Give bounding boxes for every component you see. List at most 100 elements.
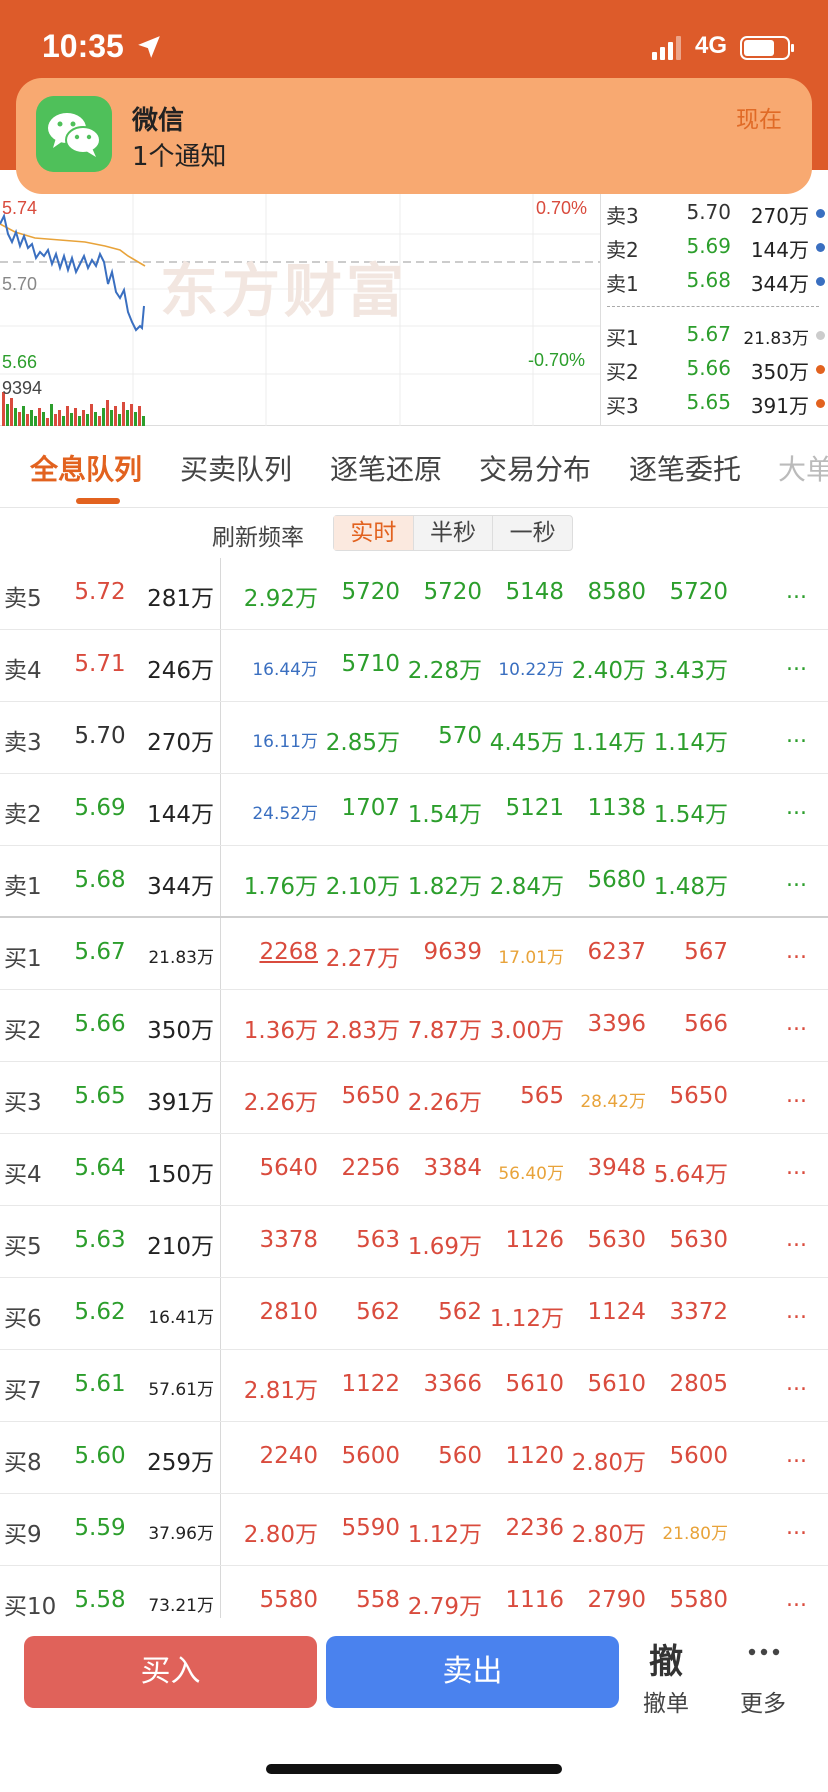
queue-order-cell[interactable]: 56.40万 (482, 1159, 564, 1184)
queue-order-cell[interactable]: 1138 (564, 795, 646, 821)
queue-order-cell[interactable]: 5680 (564, 867, 646, 893)
notification-banner[interactable]: 微信 1个通知 现在 (16, 78, 812, 194)
queue-order-cell[interactable]: 28.42万 (564, 1087, 646, 1112)
queue-order-cell[interactable]: 1122 (318, 1371, 400, 1397)
refresh-half-second-button[interactable]: 半秒 (414, 516, 494, 550)
queue-order-cell[interactable]: 2268 (236, 939, 318, 965)
queue-order-cell[interactable]: 1707 (318, 795, 400, 821)
queue-order-cell[interactable]: 565 (482, 1083, 564, 1109)
queue-order-cell[interactable]: 5600 (646, 1443, 728, 1469)
queue-order-cell[interactable]: 1.48万 (646, 867, 728, 901)
queue-order-cell[interactable]: 563 (318, 1227, 400, 1253)
queue-order-cell[interactable]: 2.26万 (236, 1083, 318, 1117)
queue-order-cell[interactable]: 2.28万 (400, 651, 482, 685)
queue-order-cell[interactable]: 2.26万 (400, 1083, 482, 1117)
row-more-ellipsis[interactable]: ... (786, 723, 807, 748)
queue-order-cell[interactable]: 2.85万 (318, 723, 400, 757)
row-more-ellipsis[interactable]: ... (786, 795, 807, 820)
intraday-chart-panel[interactable]: 东方财富 5.74 5.70 5.66 9394 0.70% -0.70% 卖3… (0, 194, 828, 426)
queue-row[interactable]: 卖3 5.70 270万 16.11万 2.85万 570 4.45万 1.14万 1.14万.… (0, 702, 828, 774)
refresh-realtime-button[interactable]: 实时 (334, 516, 414, 550)
queue-order-cell[interactable]: 3378 (236, 1227, 318, 1253)
queue-order-cell[interactable]: 5610 (482, 1371, 564, 1397)
queue-order-cell[interactable]: 5630 (564, 1227, 646, 1253)
queue-order-cell[interactable]: 9639 (400, 939, 482, 965)
queue-order-cell[interactable]: 2240 (236, 1443, 318, 1469)
queue-order-cell[interactable]: 5148 (482, 579, 564, 605)
queue-order-cell[interactable]: 5610 (564, 1371, 646, 1397)
queue-row[interactable]: 买9 5.59 37.96万 2.80万 5590 1.12万 2236 2.80万 21.80… (0, 1494, 828, 1566)
queue-order-cell[interactable]: 3366 (400, 1371, 482, 1397)
queue-order-cell[interactable]: 16.44万 (236, 655, 318, 680)
more-label[interactable]: 更多 (740, 1684, 786, 1718)
queue-order-cell[interactable]: 6237 (564, 939, 646, 965)
row-more-ellipsis[interactable]: ... (786, 1443, 807, 1468)
queue-order-cell[interactable]: 5590 (318, 1515, 400, 1541)
tab-trade-distribution[interactable]: 交易分布 (479, 448, 591, 488)
queue-order-cell[interactable]: 1.54万 (646, 795, 728, 829)
queue-row[interactable]: 买2 5.66 350万 1.36万 2.83万 7.87万 3.00万 3396 566... (0, 990, 828, 1062)
row-more-ellipsis[interactable]: ... (786, 1299, 807, 1324)
queue-order-cell[interactable]: 5650 (318, 1083, 400, 1109)
queue-order-cell[interactable]: 5630 (646, 1227, 728, 1253)
queue-order-cell[interactable]: 5600 (318, 1443, 400, 1469)
queue-order-cell[interactable]: 562 (318, 1299, 400, 1325)
more-dots-icon[interactable] (746, 1634, 782, 1664)
queue-order-cell[interactable]: 1.14万 (564, 723, 646, 757)
queue-order-cell[interactable]: 1.76万 (236, 867, 318, 901)
queue-order-cell[interactable]: 24.52万 (236, 799, 318, 824)
queue-order-cell[interactable]: 5580 (236, 1587, 318, 1613)
queue-order-cell[interactable]: 560 (400, 1443, 482, 1469)
queue-order-cell[interactable]: 2.10万 (318, 867, 400, 901)
queue-order-cell[interactable]: 10.22万 (482, 655, 564, 680)
queue-order-cell[interactable]: 2.27万 (318, 939, 400, 973)
queue-order-cell[interactable]: 3384 (400, 1155, 482, 1181)
queue-row[interactable]: 买3 5.65 391万 2.26万 5650 2.26万 565 28.42万 5650... (0, 1062, 828, 1134)
queue-order-cell[interactable]: 5.64万 (646, 1155, 728, 1189)
queue-order-cell[interactable]: 3948 (564, 1155, 646, 1181)
queue-order-cell[interactable]: 1126 (482, 1227, 564, 1253)
queue-order-cell[interactable]: 5720 (318, 579, 400, 605)
queue-order-cell[interactable]: 2236 (482, 1515, 564, 1541)
cancel-order-icon[interactable]: 撤 (649, 1634, 683, 1683)
queue-order-cell[interactable]: 3.43万 (646, 651, 728, 685)
row-more-ellipsis[interactable]: ... (786, 579, 807, 604)
row-more-ellipsis[interactable]: ... (786, 1227, 807, 1252)
tab-full-queue[interactable]: 全息队列 (30, 448, 142, 488)
queue-order-cell[interactable]: 2256 (318, 1155, 400, 1181)
queue-order-cell[interactable]: 17.01万 (482, 943, 564, 968)
queue-order-cell[interactable]: 2.79万 (400, 1587, 482, 1621)
queue-row[interactable]: 买6 5.62 16.41万 2810 562 562 1.12万 1124 3372... (0, 1278, 828, 1350)
queue-row[interactable]: 买7 5.61 57.61万 2.81万 1122 3366 5610 5610 2805... (0, 1350, 828, 1422)
queue-order-cell[interactable]: 1.82万 (400, 867, 482, 901)
queue-order-cell[interactable]: 2.80万 (564, 1443, 646, 1477)
queue-order-cell[interactable]: 5720 (646, 579, 728, 605)
queue-order-cell[interactable]: 567 (646, 939, 728, 965)
queue-order-cell[interactable]: 1124 (564, 1299, 646, 1325)
queue-order-cell[interactable]: 5640 (236, 1155, 318, 1181)
queue-order-cell[interactable]: 1.69万 (400, 1227, 482, 1261)
queue-order-cell[interactable]: 1.36万 (236, 1011, 318, 1045)
queue-order-cell[interactable]: 5720 (400, 579, 482, 605)
queue-order-cell[interactable]: 566 (646, 1011, 728, 1037)
queue-order-cell[interactable]: 2.40万 (564, 651, 646, 685)
queue-row[interactable]: 买5 5.63 210万 3378 563 1.69万 1126 5630 5630... (0, 1206, 828, 1278)
row-more-ellipsis[interactable]: ... (786, 1587, 807, 1612)
queue-order-cell[interactable]: 21.80万 (646, 1519, 728, 1544)
queue-row[interactable]: 买1 5.67 21.83万 2268 2.27万 9639 17.01万 6237 567..… (0, 918, 828, 990)
queue-row[interactable]: 卖2 5.69 144万 24.52万 1707 1.54万 5121 1138 1.54万..… (0, 774, 828, 846)
tab-tick-orders[interactable]: 逐笔委托 (629, 448, 741, 488)
buy-button[interactable]: 买入 (24, 1636, 317, 1708)
queue-order-cell[interactable]: 16.11万 (236, 727, 318, 752)
queue-row[interactable]: 买8 5.60 259万 2240 5600 560 1120 2.80万 5600... (0, 1422, 828, 1494)
tab-tick-replay[interactable]: 逐笔还原 (330, 448, 442, 488)
row-more-ellipsis[interactable]: ... (786, 1011, 807, 1036)
queue-order-cell[interactable]: 2.84万 (482, 867, 564, 901)
row-more-ellipsis[interactable]: ... (786, 939, 807, 964)
queue-order-cell[interactable]: 1.14万 (646, 723, 728, 757)
queue-order-cell[interactable]: 1116 (482, 1587, 564, 1613)
queue-row[interactable]: 卖1 5.68 344万 1.76万 2.10万 1.82万 2.84万 5680 1.48万.… (0, 846, 828, 918)
tab-bid-ask-queue[interactable]: 买卖队列 (180, 448, 292, 488)
queue-order-cell[interactable]: 3.00万 (482, 1011, 564, 1045)
row-more-ellipsis[interactable]: ... (786, 1371, 807, 1396)
